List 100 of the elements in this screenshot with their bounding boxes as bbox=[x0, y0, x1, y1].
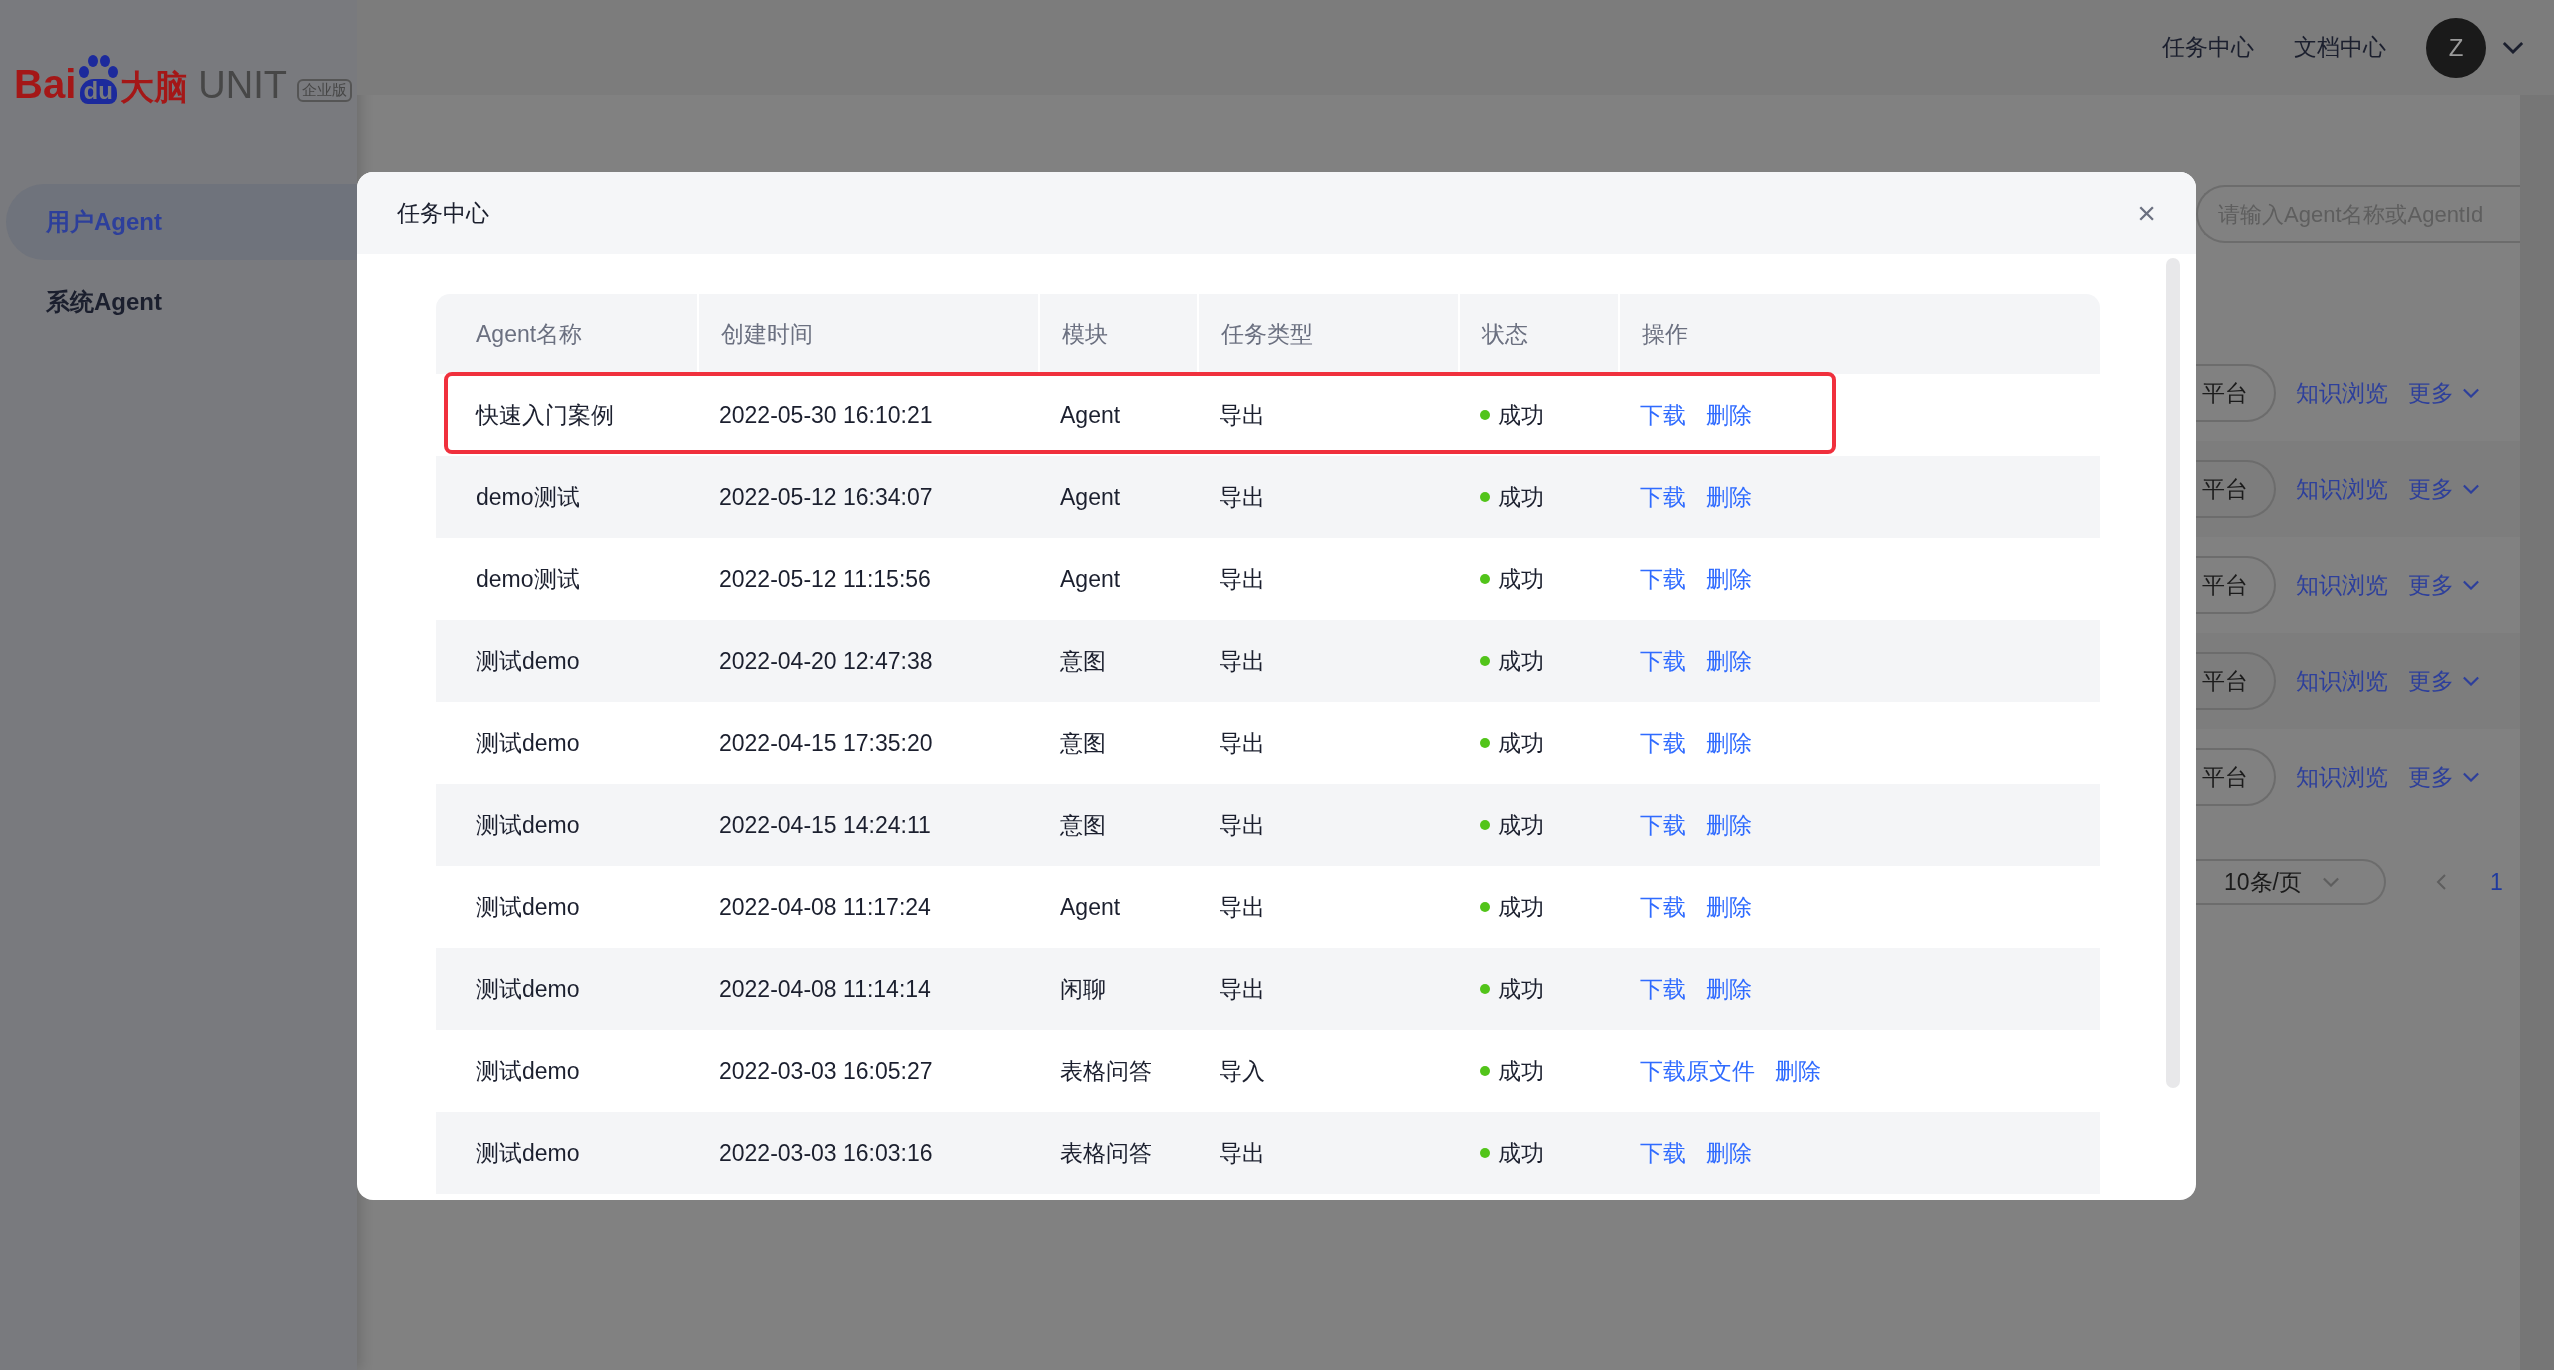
action-link[interactable]: 下载 bbox=[1640, 561, 1686, 597]
action-link[interactable]: 下载 bbox=[1640, 725, 1686, 761]
table-cell-text: 2022-03-03 16:03:16 bbox=[718, 1138, 934, 1168]
action-link[interactable]: 下载原文件 bbox=[1640, 1053, 1755, 1089]
table-cell-text: 闲聊 bbox=[1059, 974, 1107, 1004]
caret-icon bbox=[2462, 772, 2480, 782]
table-cell-text: 2022-05-12 16:34:07 bbox=[718, 482, 934, 512]
table-cell-text: demo测试 bbox=[475, 482, 581, 512]
action-link[interactable]: 删除 bbox=[1706, 643, 1752, 679]
table-cell-text: 测试demo bbox=[475, 728, 581, 758]
table-cell-text: 导出 bbox=[1218, 892, 1266, 922]
action-link[interactable]: 删除 bbox=[1706, 397, 1752, 433]
status-text: 成功 bbox=[1498, 1138, 1544, 1168]
dialog-title: 任务中心 bbox=[397, 198, 489, 228]
table-cell-text: 2022-04-08 11:14:14 bbox=[718, 974, 932, 1004]
table-cell-text: 2022-04-08 11:17:24 bbox=[718, 892, 932, 922]
more-dropdown[interactable]: 更多 bbox=[2408, 663, 2480, 699]
table-cell-text: 表格问答 bbox=[1059, 1056, 1153, 1086]
caret-icon bbox=[2502, 41, 2524, 54]
table-cell-text: 测试demo bbox=[475, 1138, 581, 1168]
table-cell-text: 2022-05-30 16:10:21 bbox=[718, 400, 934, 430]
status-text: 成功 bbox=[1498, 482, 1544, 512]
table-cell-text: 导入 bbox=[1218, 1056, 1266, 1086]
table-cell-text: 导出 bbox=[1218, 810, 1266, 840]
table-cell-text: 2022-04-15 14:24:11 bbox=[718, 810, 932, 840]
action-link[interactable]: 删除 bbox=[1706, 1135, 1752, 1171]
logo-text: 大脑 bbox=[120, 70, 189, 104]
table-cell-text: 导出 bbox=[1218, 564, 1266, 594]
action-link[interactable]: 删除 bbox=[1706, 889, 1752, 925]
column-header: 状态 bbox=[1458, 294, 1618, 374]
table-cell-text: 测试demo bbox=[475, 892, 581, 922]
table-cell-text: 2022-03-03 16:05:27 bbox=[718, 1056, 934, 1086]
browse-link[interactable]: 知识浏览 bbox=[2296, 375, 2388, 411]
more-dropdown[interactable]: 更多 bbox=[2408, 471, 2480, 507]
action-link[interactable]: 删除 bbox=[1706, 725, 1752, 761]
table-cell-text: 导出 bbox=[1218, 400, 1266, 430]
table-cell-text: 导出 bbox=[1218, 974, 1266, 1004]
caret-icon bbox=[2462, 580, 2480, 590]
table-cell-text: 测试demo bbox=[475, 810, 581, 840]
table-cell-text: 意图 bbox=[1059, 810, 1107, 840]
product-name: UNIT bbox=[198, 66, 287, 104]
column-header: 创建时间 bbox=[697, 294, 1038, 374]
more-dropdown[interactable]: 更多 bbox=[2408, 567, 2480, 603]
browse-link[interactable]: 知识浏览 bbox=[2296, 759, 2388, 795]
status-text: 成功 bbox=[1498, 892, 1544, 922]
action-link[interactable]: 下载 bbox=[1640, 807, 1686, 843]
column-header: Agent名称 bbox=[475, 319, 584, 349]
table-cell-text: Agent bbox=[1059, 482, 1122, 512]
table-cell-text: 导出 bbox=[1218, 728, 1266, 758]
table-cell-text: Agent bbox=[1059, 564, 1122, 594]
table-cell-text: 导出 bbox=[1218, 646, 1266, 676]
table-cell-text: 测试demo bbox=[475, 646, 581, 676]
status-text: 成功 bbox=[1498, 974, 1544, 1004]
status-text: 成功 bbox=[1498, 646, 1544, 676]
action-link[interactable]: 删除 bbox=[1706, 807, 1752, 843]
avatar[interactable]: Z bbox=[2426, 17, 2486, 78]
action-link[interactable]: 下载 bbox=[1640, 479, 1686, 515]
table-cell-text: 意图 bbox=[1059, 646, 1107, 676]
status-text: 成功 bbox=[1498, 728, 1544, 758]
table-cell-text: Agent bbox=[1059, 400, 1122, 430]
page-number[interactable]: 1 bbox=[2490, 864, 2503, 900]
action-link[interactable]: 下载 bbox=[1640, 397, 1686, 433]
more-dropdown[interactable]: 更多 bbox=[2408, 375, 2480, 411]
action-link[interactable]: 删除 bbox=[1706, 971, 1752, 1007]
table-cell-text: 测试demo bbox=[475, 974, 581, 1004]
action-link[interactable]: 下载 bbox=[1640, 1135, 1686, 1171]
close-button[interactable]: × bbox=[2137, 197, 2156, 229]
column-header: 任务类型 bbox=[1197, 294, 1458, 374]
status-text: 成功 bbox=[1498, 810, 1544, 840]
table-cell-text: 表格问答 bbox=[1059, 1138, 1153, 1168]
status-text: 成功 bbox=[1498, 564, 1544, 594]
browse-link[interactable]: 知识浏览 bbox=[2296, 471, 2388, 507]
table-cell-text: 2022-04-20 12:47:38 bbox=[718, 646, 934, 676]
action-link[interactable]: 下载 bbox=[1640, 643, 1686, 679]
more-dropdown[interactable]: 更多 bbox=[2408, 759, 2480, 795]
table-cell-text: 导出 bbox=[1218, 1138, 1266, 1168]
caret-icon bbox=[2462, 388, 2480, 398]
action-link[interactable]: 删除 bbox=[1775, 1053, 1821, 1089]
caret-icon bbox=[2322, 877, 2340, 887]
table-cell-text: Agent bbox=[1059, 892, 1122, 922]
logo-text: Bai bbox=[14, 64, 77, 104]
sidebar-item[interactable]: 系统Agent bbox=[6, 264, 357, 340]
browse-link[interactable]: 知识浏览 bbox=[2296, 663, 2388, 699]
browse-link[interactable]: 知识浏览 bbox=[2296, 567, 2388, 603]
table-cell-text: 2022-04-15 17:35:20 bbox=[718, 728, 934, 758]
table-cell-text: 导出 bbox=[1218, 482, 1266, 512]
column-header: 模块 bbox=[1038, 294, 1197, 374]
action-link[interactable]: 删除 bbox=[1706, 479, 1752, 515]
header-link[interactable]: 文档中心 bbox=[2294, 30, 2386, 65]
table-cell-text: demo测试 bbox=[475, 564, 581, 594]
action-link[interactable]: 下载 bbox=[1640, 971, 1686, 1007]
table-cell-text: 意图 bbox=[1059, 728, 1107, 758]
header-link[interactable]: 任务中心 bbox=[2162, 30, 2254, 65]
caret-icon bbox=[2462, 676, 2480, 686]
action-link[interactable]: 删除 bbox=[1706, 561, 1752, 597]
status-text: 成功 bbox=[1498, 400, 1544, 430]
table-cell-text: 2022-05-12 11:15:56 bbox=[718, 564, 932, 594]
caret-icon bbox=[2462, 484, 2480, 494]
action-link[interactable]: 下载 bbox=[1640, 889, 1686, 925]
status-text: 成功 bbox=[1498, 1056, 1544, 1086]
